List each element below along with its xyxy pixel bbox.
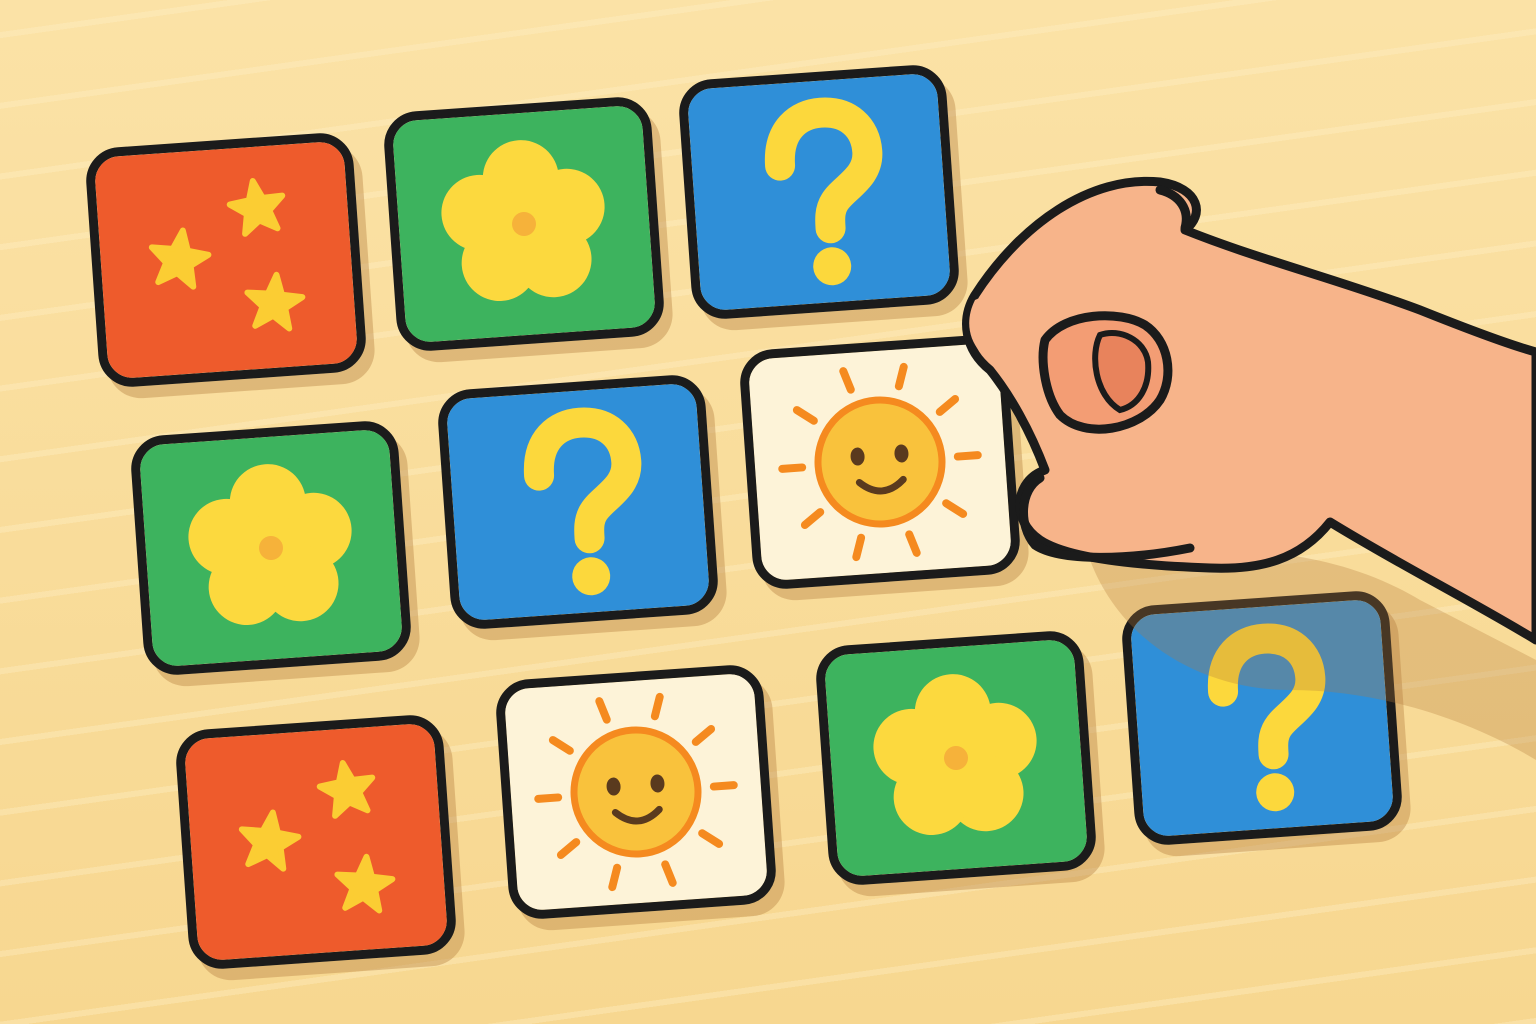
card-sun[interactable] — [493, 662, 779, 922]
flower-icon — [138, 428, 404, 668]
card-face-down[interactable] — [1119, 588, 1405, 848]
question-mark-icon — [1129, 598, 1395, 838]
flower-icon — [391, 104, 657, 344]
card-stars[interactable] — [83, 130, 369, 390]
three-stars-icon — [183, 722, 449, 962]
question-mark-icon — [686, 72, 952, 312]
card-face-down[interactable] — [435, 372, 721, 632]
smiling-sun-icon — [747, 342, 1013, 582]
card-sun[interactable] — [737, 332, 1023, 592]
card-stars[interactable] — [173, 712, 459, 972]
question-mark-icon — [445, 382, 711, 622]
smiling-sun-icon — [503, 672, 769, 912]
flower-icon — [823, 638, 1089, 878]
three-stars-icon — [93, 140, 359, 380]
card-flower[interactable] — [813, 628, 1099, 888]
card-flower[interactable] — [128, 418, 414, 678]
card-face-down[interactable] — [676, 62, 962, 322]
card-flower[interactable] — [381, 94, 667, 354]
